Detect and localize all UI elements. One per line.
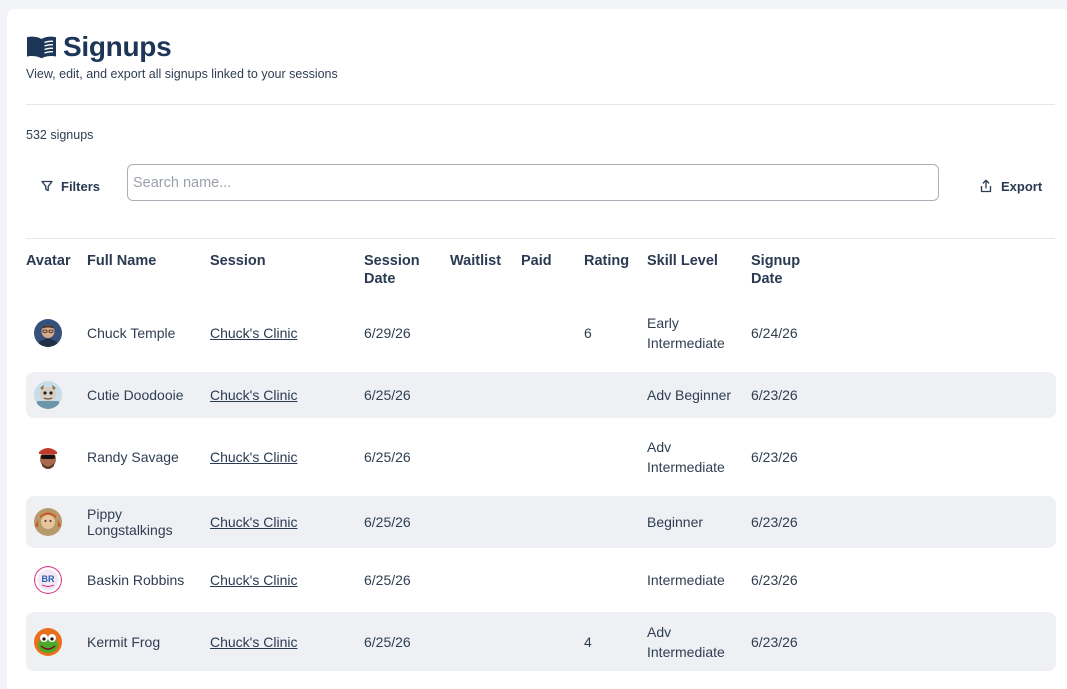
rating-value: 4 — [584, 633, 592, 650]
table-row[interactable]: Kermit Frog Chuck's Clinic 6/25/26 4 Adv… — [26, 612, 1056, 671]
search-input[interactable] — [127, 164, 939, 201]
table-row[interactable]: Pippy Longstalkings Chuck's Clinic 6/25/… — [26, 496, 1056, 548]
signup-date: 6/23/26 — [751, 387, 798, 403]
column-session-date-line-2: Date — [364, 271, 396, 287]
session-link-text[interactable]: Chuck's Clinic — [210, 387, 297, 403]
page-header: Signups View, edit, and export all signu… — [26, 31, 338, 81]
session-date: 6/29/26 — [364, 325, 411, 341]
wrestler-with-sunglasses-avatar — [34, 443, 62, 471]
session-link[interactable]: Chuck's Clinic — [210, 447, 297, 467]
full-name-line-1: Pippy — [87, 506, 123, 522]
full-name: Pippy Longstalkings — [87, 506, 173, 538]
br-logo-text: BR — [42, 574, 55, 584]
filter-icon — [41, 180, 53, 192]
signup-date: 6/23/26 — [751, 572, 798, 588]
table-row[interactable]: Cutie Doodooie Chuck's Clinic 6/25/26 Ad… — [26, 372, 1056, 418]
session-link-text[interactable]: Chuck's Clinic — [210, 449, 297, 465]
column-paid[interactable]: Paid — [521, 252, 552, 270]
session-link-text[interactable]: Chuck's Clinic — [210, 634, 297, 650]
export-icon — [980, 179, 992, 193]
skill-level-line-2: Intermediate — [647, 335, 725, 351]
table-row[interactable]: Randy Savage Chuck's Clinic 6/25/26 Adv … — [26, 434, 1056, 480]
column-signup-date-line-2: Date — [751, 271, 783, 287]
frog-puppet-avatar — [34, 627, 62, 656]
session-link-text[interactable]: Chuck's Clinic — [210, 572, 297, 588]
skill-level-line-1: Intermediate — [647, 572, 725, 588]
skill-level: Early Intermediate — [647, 313, 725, 353]
full-name: Kermit Frog — [87, 633, 161, 650]
column-session-date[interactable]: Session Date — [364, 252, 420, 288]
filters-label: Filters — [61, 178, 101, 194]
skill-level-line-1: Early — [647, 315, 679, 331]
session-date: 6/25/26 — [364, 387, 411, 403]
session-date: 6/25/26 — [364, 633, 411, 650]
signup-count: 532 signups — [26, 128, 94, 142]
man-with-glasses-avatar — [34, 319, 62, 347]
session-link[interactable]: Chuck's Clinic — [210, 570, 297, 590]
column-avatar: Avatar — [26, 253, 71, 269]
signups-card: Signups View, edit, and export all signu… — [7, 9, 1067, 689]
session-date: 6/25/26 — [364, 514, 411, 530]
skill-level-line-2: Intermediate — [647, 643, 725, 660]
column-signup-date-line-1: Signup — [751, 253, 801, 269]
column-skill-level[interactable]: Skill Level — [647, 252, 718, 270]
full-name: Randy Savage — [87, 449, 179, 465]
cartoon-character-avatar — [34, 381, 62, 409]
column-full-name[interactable]: Full Name — [87, 252, 156, 270]
br-logo-avatar: BR — [34, 566, 62, 594]
page-title: Signups — [63, 31, 172, 62]
skill-level: Intermediate — [647, 570, 725, 590]
column-rating[interactable]: Rating — [584, 252, 629, 270]
column-session[interactable]: Session — [210, 252, 266, 270]
session-link-text[interactable]: Chuck's Clinic — [210, 514, 297, 530]
session-link[interactable]: Chuck's Clinic — [210, 323, 297, 343]
page-subtitle: View, edit, and export all signups linke… — [26, 67, 338, 81]
full-name: Chuck Temple — [87, 325, 176, 341]
skill-level: Adv Beginner — [647, 385, 731, 405]
signup-date: 6/23/26 — [751, 514, 798, 530]
skill-level-line-1: Adv Beginner — [647, 387, 732, 403]
skill-level-line-1: Adv — [647, 439, 672, 455]
table-row[interactable]: Chuck Temple Chuck's Clinic 6/29/26 6 Ea… — [26, 310, 1056, 356]
export-label: Export — [1001, 178, 1043, 194]
signup-date: 6/24/26 — [751, 325, 798, 341]
skill-level-line-1: Beginner — [647, 514, 704, 530]
column-signup-date[interactable]: Signup Date — [751, 252, 800, 288]
skill-level-line-2: Intermediate — [647, 459, 725, 475]
header-divider — [26, 104, 1055, 105]
session-link[interactable]: Chuck's Clinic — [210, 512, 297, 532]
rating-value: 6 — [584, 325, 592, 341]
signup-date: 6/23/26 — [751, 449, 798, 465]
column-session-date-line-1: Session — [364, 253, 420, 269]
open-book-icon — [26, 35, 57, 59]
skill-level: Beginner — [647, 512, 703, 532]
column-waitlist[interactable]: Waitlist — [450, 252, 501, 270]
full-name: Baskin Robbins — [87, 572, 185, 588]
girl-with-braids-avatar — [34, 508, 62, 536]
table-row[interactable]: BR Baskin Robbins Chuck's Clinic 6/25/26… — [26, 557, 1056, 603]
export-button[interactable]: Export — [979, 174, 1042, 198]
skill-level-line-1: Adv — [647, 623, 672, 640]
table-header: Avatar Full Name Session Session Date Wa… — [26, 252, 1056, 302]
full-name: Cutie Doodooie — [87, 387, 184, 403]
skill-level: Adv Intermediate — [647, 622, 725, 662]
session-link[interactable]: Chuck's Clinic — [210, 385, 297, 405]
full-name-line-2: Longstalkings — [87, 522, 173, 538]
skill-level: Adv Intermediate — [647, 437, 725, 477]
filters-button[interactable]: Filters — [41, 174, 100, 198]
session-link[interactable]: Chuck's Clinic — [210, 632, 297, 652]
signup-date: 6/23/26 — [751, 633, 798, 650]
session-link-text[interactable]: Chuck's Clinic — [210, 325, 297, 341]
toolbar-divider — [26, 238, 1055, 239]
session-date: 6/25/26 — [364, 449, 411, 465]
session-date: 6/25/26 — [364, 572, 411, 588]
